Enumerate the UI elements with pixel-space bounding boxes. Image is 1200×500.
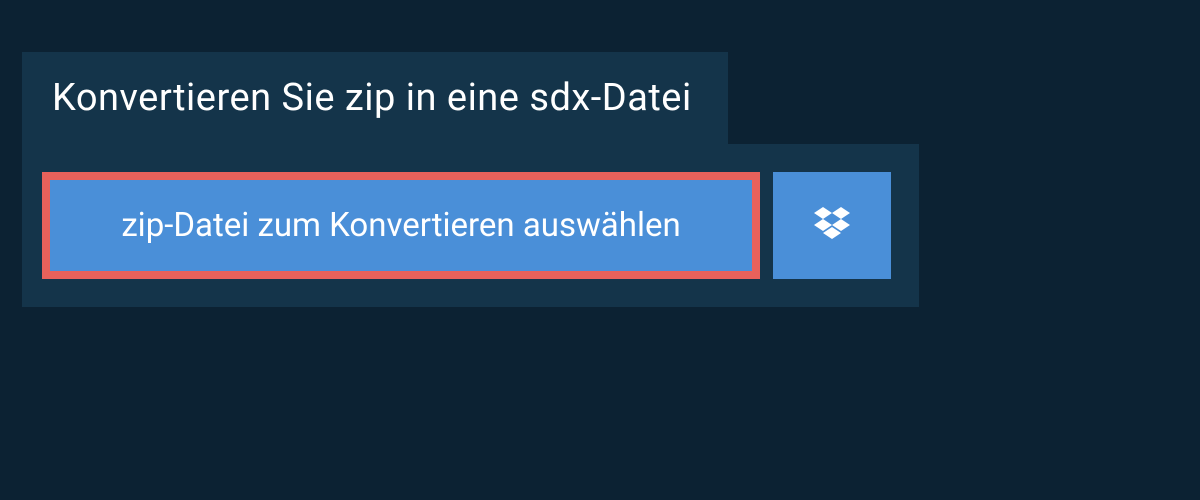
dropbox-icon <box>814 207 850 245</box>
upload-panel: zip-Datei zum Konvertieren auswählen <box>22 144 919 307</box>
converter-container: Konvertieren Sie zip in eine sdx-Datei z… <box>0 0 1200 307</box>
dropbox-button[interactable] <box>773 172 891 279</box>
title-bar: Konvertieren Sie zip in eine sdx-Datei <box>22 52 728 144</box>
page-title: Konvertieren Sie zip in eine sdx-Datei <box>52 76 692 120</box>
select-file-button[interactable]: zip-Datei zum Konvertieren auswählen <box>42 172 760 279</box>
select-file-label: zip-Datei zum Konvertieren auswählen <box>121 206 680 245</box>
